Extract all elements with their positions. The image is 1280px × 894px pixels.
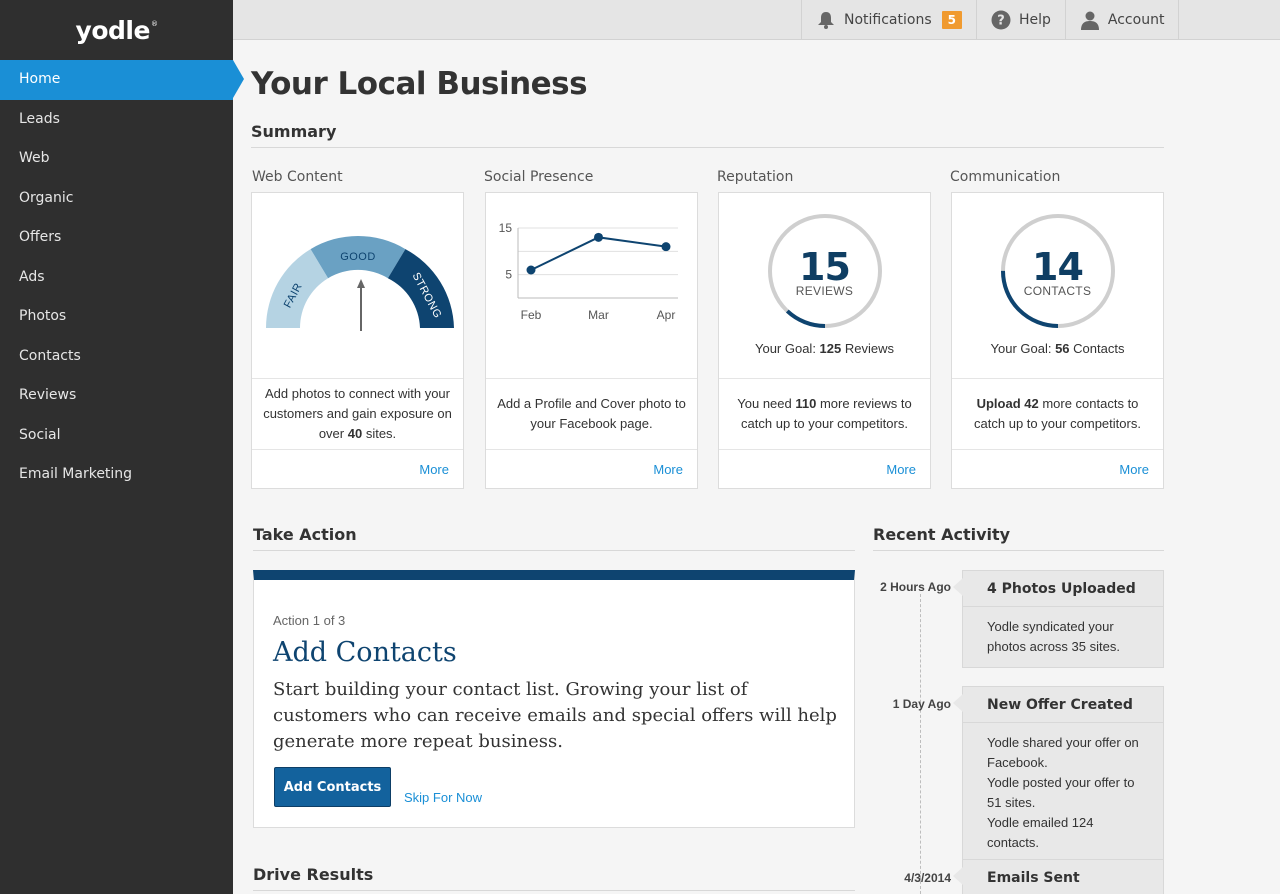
chart-data-point (661, 242, 671, 252)
chart-data-point (594, 232, 603, 242)
activity-title: New Offer Created (963, 687, 1163, 723)
social-presence-title: Social Presence (484, 169, 594, 185)
communication-card: 14 CONTACTS Your Goal: 56 Contacts Uploa… (951, 192, 1164, 489)
timeline-line (920, 594, 921, 894)
sidebar-item-web[interactable]: Web (0, 139, 233, 179)
activity-body: Yodle syndicated your photos across 35 s… (963, 607, 1163, 667)
sidebar-item-organic[interactable]: Organic (0, 179, 233, 219)
chart-y-tick-label: 15 (499, 221, 513, 235)
chart-x-tick-label: Mar (588, 308, 609, 322)
sidebar-item-photos[interactable]: Photos (0, 297, 233, 337)
chart-x-tick-label: Apr (657, 308, 676, 322)
reputation-count: 15 (799, 245, 851, 289)
web-content-text: Add photos to connect with your customer… (252, 379, 463, 450)
activity-line: Yodle emailed 124 contacts. (987, 815, 1094, 850)
communication-count: 14 (1032, 245, 1084, 289)
communication-ring-area: 14 CONTACTS Your Goal: 56 Contacts (952, 193, 1163, 379)
help-label: Help (1018, 12, 1051, 28)
social-presence-text: Add a Profile and Cover photo to your Fa… (486, 379, 697, 450)
action-description: Start building your contact list. Growin… (273, 679, 837, 752)
reputation-goal: Your Goal: 125 Reviews (754, 341, 894, 356)
notifications-button[interactable]: Notifications 5 (801, 0, 976, 40)
sidebar-item-ads[interactable]: Ads (0, 258, 233, 298)
activity-time: 1 Day Ago (892, 697, 951, 711)
activity-line: Yodle shared your offer on Facebook. (987, 735, 1139, 770)
communication-title: Communication (950, 169, 1061, 185)
summary-heading: Summary (251, 122, 1164, 148)
web-content-gauge-area: GOOD FAIR STRONG (252, 193, 463, 379)
action-title: Add Contacts (273, 637, 457, 668)
activity-time: 2 Hours Ago (880, 580, 951, 594)
reputation-title: Reputation (717, 169, 794, 185)
top-bar-menu: Notifications 5 ? Help Account (801, 0, 1180, 40)
web-content-title: Web Content (252, 169, 343, 185)
sidebar-item-email-marketing[interactable]: Email Marketing (0, 455, 233, 495)
sidebar-item-social[interactable]: Social (0, 416, 233, 456)
chart-x-tick-label: Feb (521, 308, 542, 322)
sidebar-item-contacts[interactable]: Contacts (0, 337, 233, 377)
chart-y-tick-label: 5 (505, 268, 512, 282)
activity-body: Yodle shared your offer on Facebook. Yod… (963, 723, 1163, 863)
chart-series-line (530, 236, 667, 271)
reputation-ring-area: 15 REVIEWS Your Goal: 125 Reviews (719, 193, 930, 379)
action-card: Action 1 of 3 Add Contacts Start buildin… (253, 570, 855, 828)
activity-item[interactable]: New Offer Created Yodle shared your offe… (953, 686, 1164, 864)
social-presence-card: 15 5 Feb Mar Apr Add a Profile and Cover pho… (485, 192, 698, 489)
activity-item[interactable]: 4 Photos Uploaded Yodle syndicated your … (953, 570, 1164, 668)
communication-goal: Your Goal: 56 Contacts (990, 341, 1125, 356)
web-content-more-link[interactable]: More (252, 450, 463, 488)
sidebar-item-offers[interactable]: Offers (0, 218, 233, 258)
sidebar-item-home[interactable]: Home (0, 60, 244, 100)
reputation-card: 15 REVIEWS Your Goal: 125 Reviews You ne… (718, 192, 931, 489)
social-presence-more-link[interactable]: More (486, 450, 697, 488)
activity-title: 4 Photos Uploaded (963, 571, 1163, 607)
activity-line: Yodle syndicated your photos across 35 s… (987, 619, 1120, 654)
sidebar-item-reviews[interactable]: Reviews (0, 376, 233, 416)
activity-line: Yodle posted your offer to 51 sites. (987, 775, 1135, 810)
account-label: Account (1107, 12, 1165, 28)
action-step: Action 1 of 3 (273, 613, 346, 628)
sidebar: yodle ® Home Leads Web Organic Offers Ads… (0, 0, 244, 894)
yodle-logo[interactable]: yodle ® (0, 0, 233, 60)
recent-activity-heading: Recent Activity (873, 525, 1164, 551)
skip-for-now-link[interactable]: Skip For Now (404, 790, 482, 805)
gauge-label-good: GOOD (340, 251, 376, 263)
notifications-count-badge: 5 (941, 11, 962, 29)
notifications-label: Notifications (844, 12, 932, 28)
top-bar: Notifications 5 ? Help Account (233, 0, 1280, 40)
communication-text: Upload 42 more contacts to catch up to y… (952, 379, 1163, 450)
activity-title: Emails Sent (963, 860, 1163, 894)
sidebar-nav: Home Leads Web Organic Offers Ads Photos… (0, 60, 244, 495)
account-button[interactable]: Account (1064, 0, 1180, 40)
add-contacts-button[interactable]: Add Contacts (274, 767, 391, 807)
reputation-text: You need 110 more reviews to catch up to… (719, 379, 930, 450)
drive-results-heading: Drive Results (253, 865, 855, 891)
logo-text: yodle (75, 15, 151, 45)
reputation-unit: REVIEWS (795, 284, 854, 298)
web-content-card: GOOD FAIR STRONG Add photos to connect w… (251, 192, 464, 489)
take-action-heading: Take Action (253, 525, 855, 551)
help-icon: ? (991, 10, 1011, 30)
bell-icon (818, 12, 834, 29)
social-presence-chart: 15 5 Feb Mar Apr (499, 221, 678, 322)
reputation-more-link[interactable]: More (719, 450, 930, 488)
social-presence-chart-area: 15 5 Feb Mar Apr (486, 193, 697, 379)
web-content-gauge: GOOD FAIR STRONG (266, 235, 454, 331)
user-icon (1080, 11, 1099, 30)
activity-item[interactable]: Emails Sent (953, 859, 1164, 894)
communication-more-link[interactable]: More (952, 450, 1163, 488)
page-title: Your Local Business (251, 66, 588, 102)
sidebar-item-leads[interactable]: Leads (0, 100, 233, 140)
chart-data-point (526, 265, 536, 275)
svg-text:?: ? (997, 14, 1005, 29)
help-button[interactable]: ? Help (975, 0, 1065, 40)
communication-unit: CONTACTS (1023, 284, 1092, 298)
activity-time: 4/3/2014 (904, 871, 951, 885)
logo-registered-mark: ® (150, 20, 158, 28)
gauge-needle-tip (357, 279, 365, 288)
